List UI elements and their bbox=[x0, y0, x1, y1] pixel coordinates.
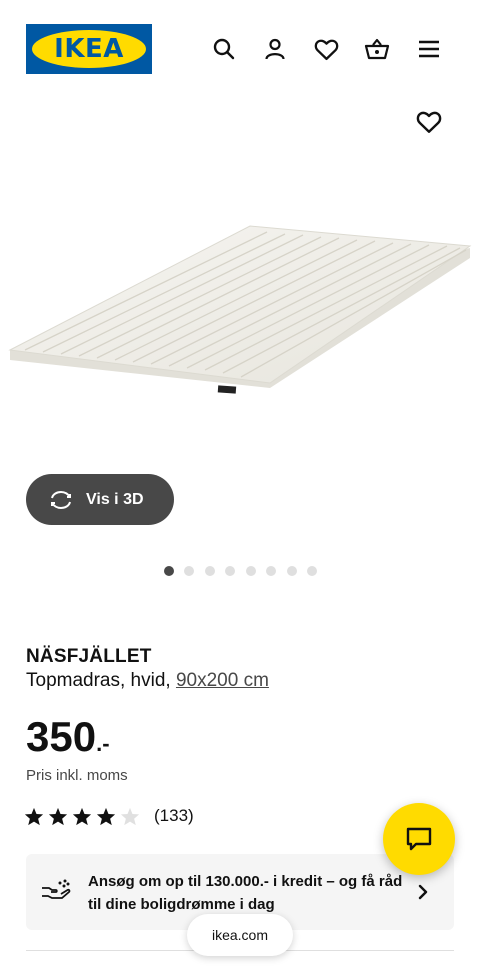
star-filled-icon bbox=[24, 807, 44, 825]
price-suffix: .- bbox=[96, 731, 110, 756]
search-icon[interactable] bbox=[209, 34, 239, 64]
wallet-coins-icon bbox=[42, 879, 71, 899]
chat-button[interactable] bbox=[383, 803, 455, 875]
chat-icon bbox=[406, 827, 432, 851]
rotate-3d-icon bbox=[51, 490, 71, 509]
product-size-link[interactable]: 90x200 cm bbox=[176, 670, 269, 691]
image-carousel-dots bbox=[0, 566, 480, 578]
heart-icon[interactable] bbox=[311, 34, 341, 64]
price-main: 350 bbox=[26, 713, 97, 760]
carousel-dot[interactable] bbox=[266, 566, 276, 576]
product-image-mattress[interactable] bbox=[0, 190, 480, 480]
star-empty-icon bbox=[120, 807, 140, 825]
price-note: Pris inkl. moms bbox=[26, 767, 128, 784]
carousel-dot[interactable] bbox=[205, 566, 215, 576]
star-filled-icon bbox=[96, 807, 116, 825]
favorite-heart-icon[interactable] bbox=[413, 106, 445, 138]
star-filled-icon bbox=[72, 807, 92, 825]
carousel-dot[interactable] bbox=[287, 566, 297, 576]
chevron-right-icon bbox=[418, 884, 428, 900]
view-in-3d-label: Vis i 3D bbox=[86, 490, 144, 508]
carousel-dot[interactable] bbox=[307, 566, 317, 576]
star-filled-icon bbox=[48, 807, 68, 825]
carousel-dot[interactable] bbox=[246, 566, 256, 576]
product-rating[interactable]: (133) bbox=[24, 806, 194, 826]
browser-domain-pill[interactable]: ikea.com bbox=[187, 914, 293, 956]
logo-text: IKEA bbox=[54, 34, 124, 64]
credit-offer-text: Ansøg om op til 130.000.- i kredit – og … bbox=[88, 873, 403, 913]
carousel-dot[interactable] bbox=[225, 566, 235, 576]
view-in-3d-button[interactable]: Vis i 3D bbox=[26, 474, 174, 525]
product-name: NÄSFJÄLLET bbox=[26, 646, 152, 667]
user-icon[interactable] bbox=[260, 34, 290, 64]
ikea-logo[interactable]: IKEA bbox=[26, 24, 152, 74]
rating-count: (133) bbox=[154, 806, 194, 825]
carousel-dot[interactable] bbox=[184, 566, 194, 576]
carousel-dot[interactable] bbox=[164, 566, 174, 576]
basket-icon[interactable] bbox=[362, 34, 392, 64]
menu-icon[interactable] bbox=[414, 34, 444, 64]
product-description: Topmadras, hvid, 90x200 cm bbox=[26, 670, 269, 692]
product-type: Topmadras, hvid, bbox=[26, 670, 171, 691]
product-price: 350 .- bbox=[26, 713, 110, 761]
site-header: IKEA bbox=[0, 0, 480, 100]
